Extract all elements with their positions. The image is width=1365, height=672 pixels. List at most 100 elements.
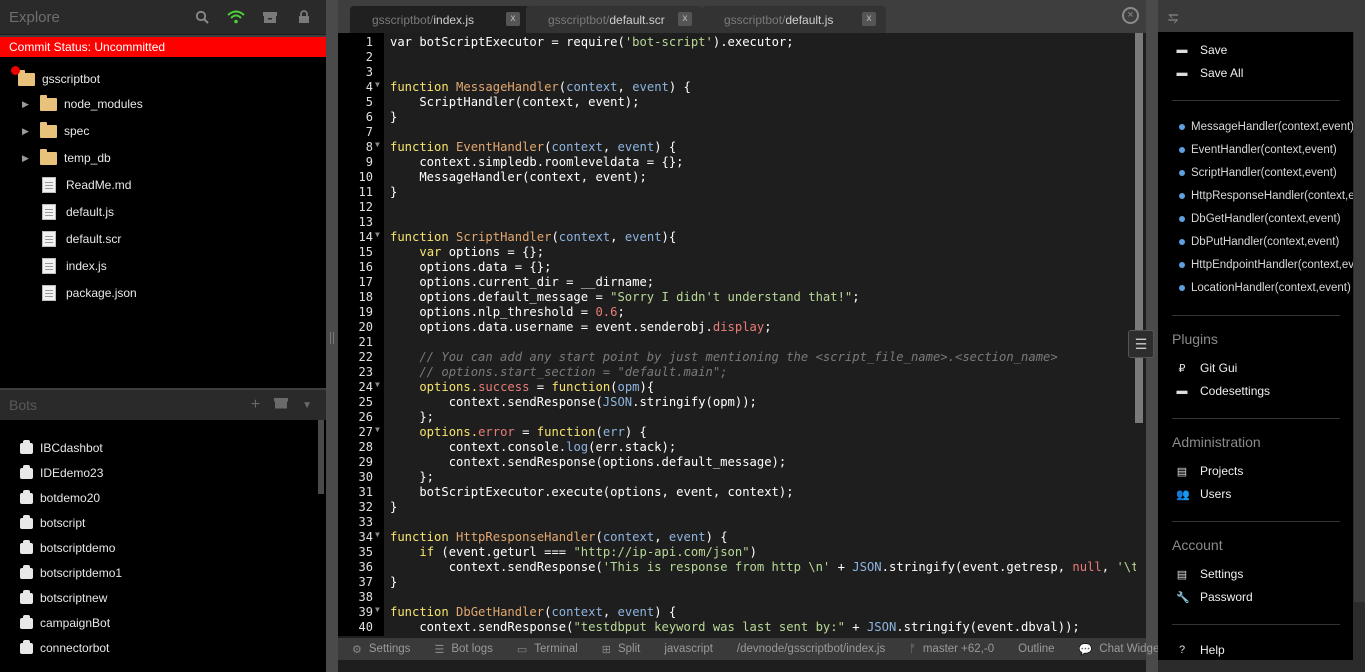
code-line[interactable]: 14 ▼ function ScriptHandler(context, event… (338, 230, 1136, 245)
code-line[interactable]: 32} (338, 500, 1136, 515)
code-line[interactable]: 17 options.current_dir = __dirname; (338, 275, 1136, 290)
bot-item[interactable]: campaignBot (20, 614, 110, 630)
projects-button[interactable]: ▤ Projects (1176, 464, 1244, 478)
menu-handle-icon[interactable]: ☰ (1128, 330, 1154, 358)
fold-arrow-icon[interactable]: ▼ (375, 425, 380, 434)
bot-item[interactable]: IDEdemo23 (20, 464, 103, 480)
code-line[interactable]: 6} (338, 110, 1136, 125)
fold-arrow-icon[interactable]: ▼ (375, 605, 380, 614)
code-line[interactable]: 37} (338, 575, 1136, 590)
code-line[interactable]: 29 context.sendResponse(options.default_… (338, 455, 1136, 470)
users-button[interactable]: 👥 Users (1176, 487, 1231, 501)
code-line[interactable]: 28 context.console.log(err.stack); (338, 440, 1136, 455)
code-line[interactable]: 22 // You can add any start point by jus… (338, 350, 1136, 365)
outline-item[interactable]: DbPutHandler(context,event) (1179, 236, 1339, 248)
outline-item[interactable]: LocationHandler(context,event) (1179, 282, 1351, 294)
code-line[interactable]: 33 (338, 515, 1136, 530)
commit-status[interactable]: Commit Status: Uncommitted (0, 37, 326, 57)
outline-button[interactable]: Outline (1006, 643, 1066, 655)
password-button[interactable]: 🔧 Password (1176, 590, 1253, 604)
language-mode[interactable]: javascript (652, 643, 725, 655)
search-icon[interactable] (190, 5, 214, 29)
close-tab-icon[interactable]: x (862, 12, 876, 26)
close-tab-icon[interactable]: x (678, 12, 692, 26)
fold-arrow-icon[interactable]: ▼ (375, 530, 380, 539)
code-line[interactable]: 19 options.nlp_threshold = 0.6; (338, 305, 1136, 320)
tab-default-scr[interactable]: gsscriptbot/default.scr x (526, 6, 702, 33)
code-line[interactable]: 35 if (event.geturl === "http://ip-api.c… (338, 545, 1136, 560)
collapse-menu-icon[interactable]: ⥧ (1168, 10, 1178, 26)
save-button[interactable]: ▬ Save (1176, 43, 1228, 57)
archive-icon[interactable] (258, 5, 282, 29)
fold-arrow-icon[interactable]: ▼ (375, 140, 380, 149)
code-line[interactable]: 8 ▼ function EventHandler(context, event) … (338, 140, 1136, 155)
code-line[interactable]: 9 context.simpledb.roomleveldata = {}; (338, 155, 1136, 170)
tree-folder-node-modules[interactable]: ▶ node_modules (22, 94, 143, 114)
bot-item[interactable]: botscriptdemo (20, 539, 115, 555)
close-tab-icon[interactable]: x (506, 12, 520, 26)
code-line[interactable]: 11} (338, 185, 1136, 200)
tree-file-index-js[interactable]: index.js (42, 256, 107, 276)
outline-item[interactable]: HttpEndpointHandler(context,event) (1179, 259, 1353, 271)
git-branch[interactable]: ᚠ master +62,-0 (897, 643, 1006, 655)
code-line[interactable]: 39 ▼ function DbGetHandler(context, event)… (338, 605, 1136, 620)
bot-item[interactable]: botscriptnew (20, 589, 107, 605)
account-settings-button[interactable]: ▤ Settings (1176, 567, 1244, 581)
code-line[interactable]: 26 }; (338, 410, 1136, 425)
chat-widget-button[interactable]: 💬 Chat Widge (1067, 643, 1172, 656)
code-line[interactable]: 15 var options = {}; (338, 245, 1136, 260)
outline-item[interactable]: DbGetHandler(context,event) (1179, 213, 1341, 225)
code-line[interactable]: 30 }; (338, 470, 1136, 485)
fold-arrow-icon[interactable]: ▼ (375, 80, 380, 89)
code-line[interactable]: 4 ▼ function MessageHandler(context, event… (338, 80, 1136, 95)
save-all-button[interactable]: ▬ Save All (1176, 66, 1244, 80)
bots-scrollbar[interactable] (318, 420, 324, 494)
add-icon[interactable]: + (251, 396, 260, 414)
code-line[interactable]: 13 (338, 215, 1136, 230)
tab-index-js[interactable]: gsscriptbot/index.js x (350, 6, 530, 33)
close-all-tabs-icon[interactable]: × (1122, 7, 1139, 24)
code-line[interactable]: 31 botScriptExecutor.execute(options, ev… (338, 485, 1136, 500)
bot-item[interactable]: botscriptdemo1 (20, 564, 122, 580)
right-panel-scrollbar[interactable] (1354, 32, 1365, 602)
tab-default-js[interactable]: gsscriptbot/default.js x (702, 6, 886, 33)
outline-item[interactable]: HttpResponseHandler(context,event) (1179, 190, 1353, 202)
code-line[interactable]: 36 context.sendResponse('This is respons… (338, 560, 1136, 575)
code-line[interactable]: 18 options.default_message = "Sorry I di… (338, 290, 1136, 305)
chevron-down-icon[interactable]: ▼ (302, 400, 312, 411)
wifi-icon[interactable] (224, 5, 248, 29)
code-line[interactable]: 40 context.sendResponse("testdbput keywo… (338, 620, 1136, 635)
tree-folder-temp-db[interactable]: ▶ temp_db (22, 148, 111, 168)
bot-item[interactable]: IBCdashbot (20, 439, 103, 455)
bot-item[interactable]: connectorbot (20, 639, 109, 655)
tree-file-default-scr[interactable]: default.scr (42, 229, 121, 249)
fold-arrow-icon[interactable]: ▼ (375, 230, 380, 239)
code-line[interactable]: 16 options.data = {}; (338, 260, 1136, 275)
code-line[interactable]: 12 (338, 200, 1136, 215)
settings-button[interactable]: ⚙ Settings (338, 643, 422, 656)
outline-item[interactable]: ScriptHandler(context,event) (1179, 167, 1337, 179)
terminal-button[interactable]: ▭ Terminal (505, 643, 590, 656)
expand-arrow-icon[interactable]: ▶ (22, 126, 36, 137)
tree-file-package-json[interactable]: package.json (42, 283, 137, 303)
code-line[interactable]: 34 ▼ function HttpResponseHandler(context,… (338, 530, 1136, 545)
help-button[interactable]: ? Help (1176, 643, 1225, 657)
outline-item[interactable]: EventHandler(context,event) (1179, 144, 1337, 156)
tree-file-default-js[interactable]: default.js (42, 202, 114, 222)
expand-arrow-icon[interactable]: ▶ (22, 99, 36, 110)
tree-root[interactable]: gsscriptbot (18, 69, 100, 89)
left-splitter[interactable] (326, 0, 338, 672)
code-line[interactable]: 23 // options.start_section = "default.m… (338, 365, 1136, 380)
code-line[interactable]: 24 ▼ options.success = function(opm){ (338, 380, 1136, 395)
code-line[interactable]: 2 (338, 50, 1136, 65)
codesettings-button[interactable]: ▬ Codesettings (1176, 384, 1271, 398)
code-line[interactable]: 25 context.sendResponse(JSON.stringify(o… (338, 395, 1136, 410)
code-line[interactable]: 7 (338, 125, 1136, 140)
git-gui-button[interactable]: ₽ Git Gui (1176, 361, 1238, 375)
tree-file-readme[interactable]: ReadMe.md (42, 175, 131, 195)
code-line[interactable]: 10 MessageHandler(context, event); (338, 170, 1136, 185)
bot-logs-button[interactable]: ☰ Bot logs (422, 643, 504, 656)
outline-item[interactable]: MessageHandler(context,event) (1179, 121, 1353, 133)
code-line[interactable]: 1 var botScriptExecutor = require('bot-sc… (338, 35, 1136, 50)
code-line[interactable]: 3 (338, 65, 1136, 80)
